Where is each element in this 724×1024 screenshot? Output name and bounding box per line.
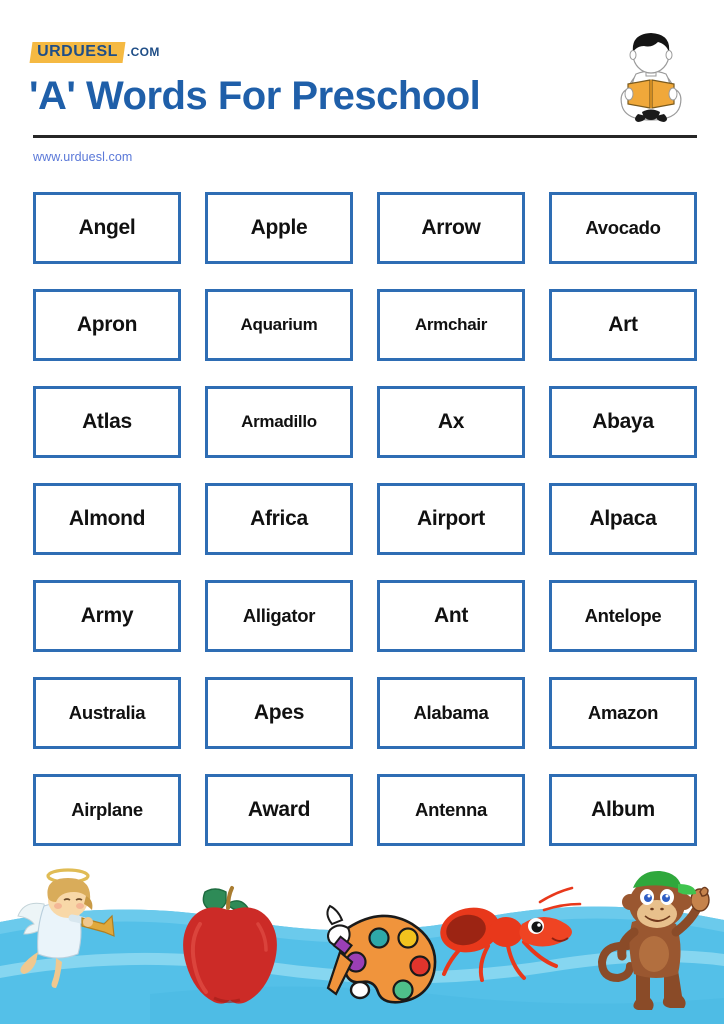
word-label: Antenna: [415, 799, 487, 820]
word-label: Avocado: [585, 217, 661, 238]
word-label: Apes: [253, 701, 305, 724]
word-cell[interactable]: Abaya: [549, 386, 697, 458]
site-url: www.urduesl.com: [33, 150, 133, 164]
word-label: Angel: [78, 216, 136, 239]
red-apple-icon: [183, 886, 277, 1004]
word-label: Abaya: [592, 410, 654, 433]
word-label: Alpaca: [589, 507, 657, 530]
logo-tld-text: .COM: [126, 45, 160, 59]
word-label: Africa: [250, 507, 308, 530]
word-label: Airplane: [71, 799, 143, 820]
word-label: Arrow: [421, 216, 481, 239]
word-label: Art: [608, 313, 638, 336]
word-label: Antelope: [584, 605, 662, 626]
word-cell[interactable]: Alpaca: [549, 483, 697, 555]
word-label: Australia: [68, 702, 146, 723]
word-cell[interactable]: Atlas: [33, 386, 181, 458]
word-label: Atlas: [82, 410, 132, 433]
word-cell[interactable]: Award: [205, 774, 353, 846]
word-cell[interactable]: Apes: [205, 677, 353, 749]
word-cell[interactable]: Arrow: [377, 192, 525, 264]
word-label: Almond: [68, 507, 146, 530]
boy-reading-book-icon: [608, 28, 694, 132]
word-cell[interactable]: Australia: [33, 677, 181, 749]
word-cell[interactable]: Antelope: [549, 580, 697, 652]
word-cell[interactable]: Almond: [33, 483, 181, 555]
logo-wordmark: URDUESL: [29, 41, 126, 63]
word-cell[interactable]: Aquarium: [205, 289, 353, 361]
word-label: Aquarium: [240, 315, 318, 334]
word-cell[interactable]: Apron: [33, 289, 181, 361]
page-header: URDUESL .COM 'A' Words For Preschool www…: [0, 0, 724, 180]
word-cell[interactable]: Alabama: [377, 677, 525, 749]
word-label: Award: [247, 798, 311, 821]
header-divider: [33, 135, 697, 138]
word-label: Armchair: [414, 315, 488, 334]
word-label: Armadillo: [241, 412, 317, 431]
word-label: Apple: [250, 216, 308, 239]
word-cell[interactable]: Antenna: [377, 774, 525, 846]
word-cell[interactable]: Airplane: [33, 774, 181, 846]
word-label: Ax: [437, 410, 465, 433]
word-cell[interactable]: Africa: [205, 483, 353, 555]
word-cell[interactable]: Ax: [377, 386, 525, 458]
word-label: Alabama: [413, 702, 489, 723]
word-cell[interactable]: Amazon: [549, 677, 697, 749]
word-cell[interactable]: Airport: [377, 483, 525, 555]
word-label: Army: [80, 604, 134, 627]
word-label: Alligator: [242, 605, 316, 626]
word-cell[interactable]: Avocado: [549, 192, 697, 264]
word-label: Apron: [76, 313, 138, 336]
word-grid: Angel Apple Arrow Avocado Apron Aquarium…: [33, 192, 697, 846]
word-label: Album: [591, 798, 655, 821]
word-cell[interactable]: Apple: [205, 192, 353, 264]
word-cell[interactable]: Armchair: [377, 289, 525, 361]
word-label: Airport: [417, 507, 485, 530]
word-cell[interactable]: Ant: [377, 580, 525, 652]
word-cell[interactable]: Angel: [33, 192, 181, 264]
page-title: 'A' Words For Preschool: [29, 74, 481, 118]
word-label: Amazon: [587, 702, 659, 723]
word-label: Ant: [433, 604, 469, 627]
word-cell[interactable]: Album: [549, 774, 697, 846]
word-cell[interactable]: Armadillo: [205, 386, 353, 458]
logo-wordmark-text: URDUESL: [37, 42, 118, 60]
footer-illustration: [0, 862, 724, 1024]
word-cell[interactable]: Army: [33, 580, 181, 652]
word-cell[interactable]: Art: [549, 289, 697, 361]
word-cell[interactable]: Alligator: [205, 580, 353, 652]
site-logo: URDUESL .COM: [29, 41, 160, 63]
